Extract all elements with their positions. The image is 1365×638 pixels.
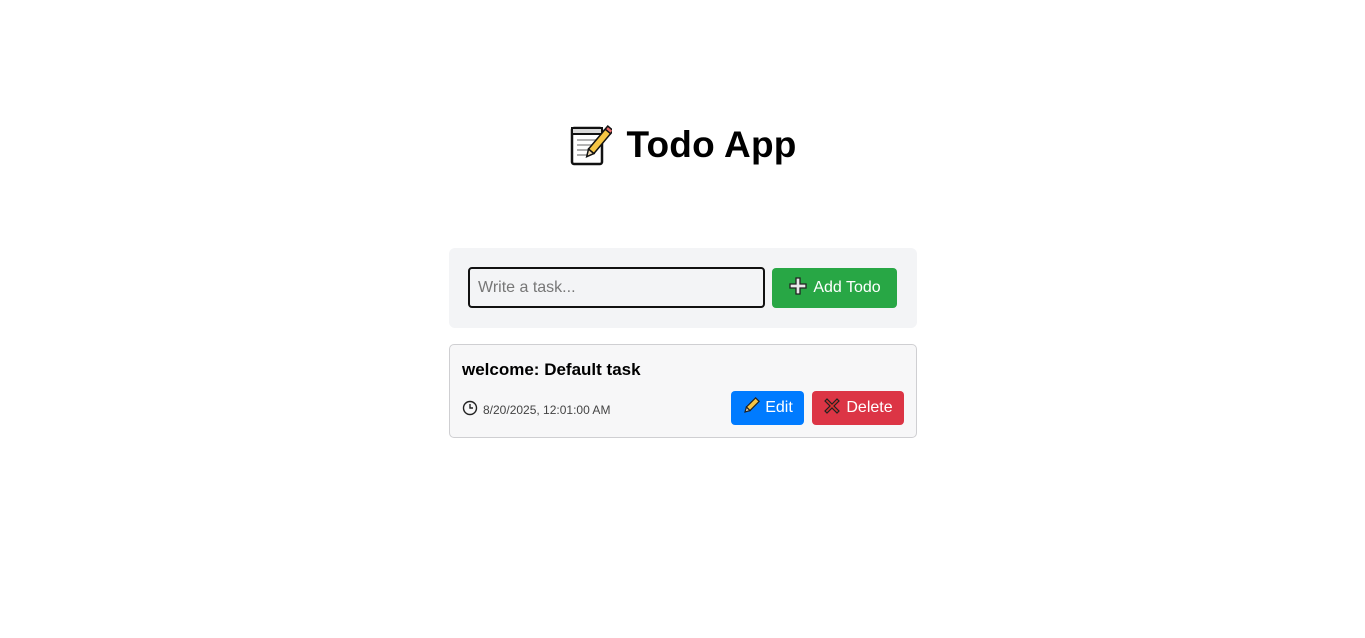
plus-icon [788,276,808,301]
clock-icon [462,400,478,419]
todo-app-page: Todo App Add Todo welcome: Default task … [0,0,1365,638]
task-input[interactable] [468,267,765,308]
page-title: Todo App [626,124,797,165]
delete-button[interactable]: Delete [812,391,904,425]
todo-timestamp-text: 8/20/2025, 12:01:00 AM [483,402,611,417]
cross-icon [823,397,841,420]
pencil-icon [742,396,761,420]
memo-icon [568,122,615,168]
add-todo-form: Add Todo [449,248,917,328]
add-todo-label: Add Todo [813,279,881,296]
edit-label: Edit [765,399,793,416]
todo-title: welcome: Default task [462,360,641,379]
page-header: Todo App [0,122,1365,168]
todo-timestamp: 8/20/2025, 12:01:00 AM [462,400,610,419]
todo-item: welcome: Default task 8/20/2025, 12:01:0… [449,344,917,438]
delete-label: Delete [846,399,893,416]
add-todo-button[interactable]: Add Todo [772,268,897,308]
edit-button[interactable]: Edit [731,391,804,425]
